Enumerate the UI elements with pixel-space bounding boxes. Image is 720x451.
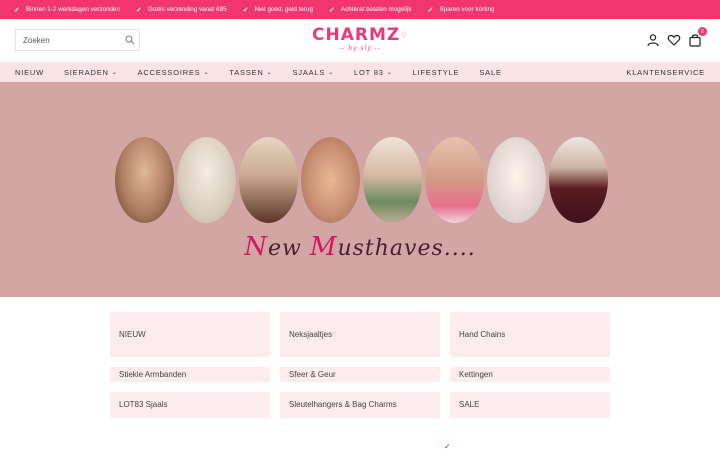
main-nav: NIEUW SIERADEN ⌄ ACCESSOIRES ⌄ TASSEN ⌄ SJA… [0, 62, 720, 82]
category-tile[interactable]: NIEUW [110, 312, 270, 357]
usp-item: ✓ Binnen 1-2 werkdagen verzonden [14, 6, 121, 14]
category-tile[interactable]: Kettingen [450, 367, 610, 382]
cart-count-badge: 0 [698, 27, 707, 36]
chevron-down-icon[interactable]: ⌄ [267, 69, 273, 76]
category-tile[interactable]: SALE [450, 392, 610, 418]
chevron-down-icon[interactable]: ⌄ [204, 69, 210, 76]
nav-item-sieraden[interactable]: SIERADEN ⌄ [64, 68, 118, 77]
usp-item: ✓ Achteraf betalen mogelijk [329, 6, 412, 14]
hero-image-scarf-model [239, 137, 298, 223]
hero-image-row [115, 137, 608, 223]
nav-item-tassen[interactable]: TASSEN ⌄ [229, 68, 272, 77]
usp-bar: ✓ Binnen 1-2 werkdagen verzonden ✓ Gratis … [0, 0, 720, 19]
user-icon[interactable] [646, 33, 660, 47]
category-tile[interactable]: LOT83 Sjaals [110, 392, 270, 418]
hero-image-bracelets [177, 137, 236, 223]
decorative-mark: ✓ [444, 442, 451, 451]
hero-image-neck-scarf [363, 137, 422, 223]
diamond-icon: ♢ [400, 30, 409, 39]
hero-banner[interactable]: New Musthaves.... [0, 82, 720, 297]
category-grid: NIEUW Neksjaaltjes Hand Chains Stiekie A… [110, 312, 610, 418]
hero-image-earring [115, 137, 174, 223]
category-tile[interactable]: Stiekie Armbanden [110, 367, 270, 382]
check-icon: ✓ [242, 6, 249, 14]
logo-text[interactable]: CHARMZ [312, 25, 400, 45]
search-placeholder[interactable]: Zoeken [23, 36, 121, 45]
chevron-down-icon[interactable]: ⌄ [328, 69, 334, 76]
nav-item-sjaals[interactable]: SJAALS ⌄ [292, 68, 334, 77]
logo[interactable]: CHARMZ♢ -- by sly -- [312, 25, 408, 57]
nav-item-klantenservice[interactable]: KLANTENSERVICE [626, 68, 705, 77]
hero-image-candle [487, 137, 546, 223]
hero-image-necklace [425, 137, 484, 223]
usp-item: ✓ Niet goed, geld terug [242, 6, 314, 14]
check-icon: ✓ [427, 6, 434, 14]
search-input[interactable]: Zoeken [15, 29, 140, 51]
heart-icon[interactable] [667, 33, 681, 47]
cart-icon[interactable]: 0 [688, 27, 707, 47]
check-icon: ✓ [329, 6, 335, 14]
logo-subtext: -- by sly -- [339, 45, 381, 52]
nav-item-accessoires[interactable]: ACCESSOIRES ⌄ [138, 68, 210, 77]
chevron-down-icon[interactable]: ⌄ [112, 69, 118, 76]
nav-item-lot83[interactable]: LOT 83 ⌄ [354, 68, 393, 77]
category-tile[interactable]: Neksjaaltjes [280, 312, 440, 357]
category-tile[interactable]: Sleutelhangers & Bag Charms [280, 392, 440, 418]
chevron-down-icon[interactable]: ⌄ [387, 69, 393, 76]
usp-item: ✓ Sparen voor korting [427, 6, 495, 14]
search-icon[interactable] [121, 35, 139, 45]
check-icon: ✓ [136, 6, 142, 14]
category-tile[interactable]: Hand Chains [450, 312, 610, 357]
nav-item-sale[interactable]: SALE [479, 68, 501, 77]
site-header: Zoeken CHARMZ♢ -- by sly -- 0 [0, 19, 720, 62]
check-icon: ✓ [14, 6, 20, 14]
nav-item-nieuw[interactable]: NIEUW [15, 68, 44, 77]
usp-item: ✓ Gratis verzending vanaf €85 [136, 6, 227, 14]
nav-item-lifestyle[interactable]: LIFESTYLE [413, 68, 460, 77]
hero-title: New Musthaves.... [244, 232, 476, 262]
hero-image-ring [301, 137, 360, 223]
hero-image-cardigan [549, 137, 608, 223]
category-tile[interactable]: Sfeer & Geur [280, 367, 440, 382]
header-icons: 0 [646, 27, 707, 47]
